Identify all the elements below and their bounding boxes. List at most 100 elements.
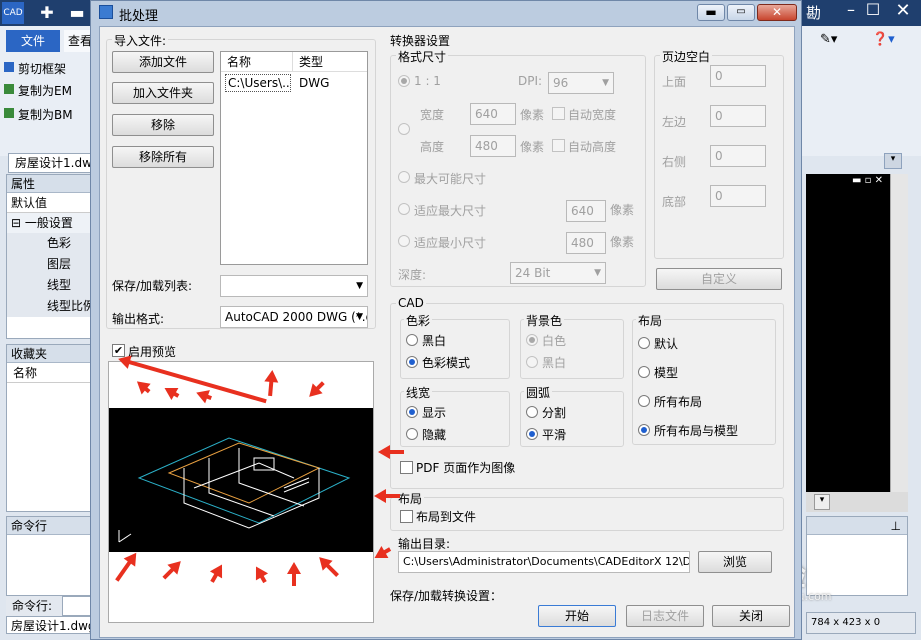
layout-to-file-checkbox[interactable] bbox=[400, 510, 413, 523]
properties-dropdown[interactable]: 默认值 bbox=[7, 193, 91, 213]
fit-min-input[interactable]: 480 bbox=[566, 232, 606, 254]
close-button[interactable]: 关闭 bbox=[712, 605, 790, 627]
fit-min-pixel-unit: 像素 bbox=[610, 235, 635, 249]
margin-top-input[interactable]: 0 bbox=[710, 65, 766, 87]
lw-show-radio[interactable] bbox=[406, 406, 418, 418]
properties-panel: 属性 默认值 ⊟ 一般设置 色彩 图层 线型 线型比例 bbox=[6, 174, 95, 339]
remove-button[interactable]: 移除 bbox=[112, 114, 214, 136]
canvas-vscrollbar[interactable] bbox=[890, 174, 908, 492]
canvas-window-controls[interactable]: ▬ ▫ ✕ bbox=[852, 175, 883, 186]
dropdown-arrow-icon: ▼ bbox=[602, 78, 609, 88]
new-icon[interactable]: ✚ bbox=[36, 2, 58, 24]
output-format-label: 输出格式: bbox=[112, 312, 165, 326]
custom-size-radio[interactable] bbox=[398, 123, 410, 135]
arc-label: 圆弧 bbox=[524, 384, 553, 401]
dialog-close-button[interactable]: ✕ bbox=[757, 4, 797, 21]
fit-min-radio[interactable] bbox=[398, 235, 410, 247]
fit-max-radio[interactable] bbox=[398, 203, 410, 215]
ribbon-item-copy-emf[interactable]: 复制为EM bbox=[18, 82, 72, 99]
margin-bottom-input[interactable]: 0 bbox=[710, 185, 766, 207]
add-folder-button[interactable]: 加入文件夹 bbox=[112, 82, 214, 104]
layout-model-radio[interactable] bbox=[638, 366, 650, 378]
remove-all-button[interactable]: 移除所有 bbox=[112, 146, 214, 168]
margin-right-input[interactable]: 0 bbox=[710, 145, 766, 167]
app-close-button[interactable]: ✕ bbox=[888, 0, 918, 22]
prop-linetype[interactable]: 线型 bbox=[7, 275, 91, 296]
color-mode-radio[interactable] bbox=[406, 356, 418, 368]
height-input[interactable]: 480 bbox=[470, 135, 516, 157]
color-bw-radio[interactable] bbox=[406, 334, 418, 346]
drawing-canvas[interactable] bbox=[806, 174, 890, 492]
list-header-name[interactable]: 名称 bbox=[221, 52, 293, 72]
app-maximize-button[interactable]: ☐ bbox=[860, 0, 886, 22]
width-label: 宽度 bbox=[420, 108, 445, 122]
auto-height-checkbox[interactable] bbox=[552, 139, 565, 152]
fit-max-pixel-unit: 像素 bbox=[610, 203, 635, 217]
layout-all-model-radio[interactable] bbox=[638, 424, 650, 436]
prop-color[interactable]: 色彩 bbox=[7, 233, 91, 254]
start-button[interactable]: 开始 bbox=[538, 605, 616, 627]
prop-linetype-scale[interactable]: 线型比例 bbox=[7, 296, 95, 317]
depth-value: 24 Bit bbox=[515, 266, 551, 280]
pin-icon[interactable]: ⊥ bbox=[807, 517, 907, 535]
dialog-minimize-button[interactable]: ▬ bbox=[697, 4, 725, 21]
max-possible-radio[interactable] bbox=[398, 171, 410, 183]
ribbon-item-cut-frame[interactable]: 剪切框架 bbox=[18, 60, 66, 77]
size-readout: 784 x 423 x 0 bbox=[806, 612, 916, 634]
fit-max-input[interactable]: 640 bbox=[566, 200, 606, 222]
ribbon-item-copy-bmp[interactable]: 复制为BM bbox=[18, 106, 73, 123]
dpi-select[interactable]: 96 ▼ bbox=[548, 72, 614, 94]
bg-black-radio[interactable] bbox=[526, 356, 538, 368]
tab-view[interactable]: 查看 bbox=[64, 30, 92, 52]
add-file-button[interactable]: 添加文件 bbox=[112, 51, 214, 73]
arc-smooth-radio[interactable] bbox=[526, 428, 538, 440]
margin-left-input[interactable]: 0 bbox=[710, 105, 766, 127]
list-row-name[interactable]: C:\Users\... bbox=[225, 74, 291, 92]
output-format-value: AutoCAD 2000 DWG (*.d bbox=[225, 310, 368, 324]
auto-width-checkbox[interactable] bbox=[552, 107, 565, 120]
lw-show-label: 显示 bbox=[422, 406, 447, 420]
prop-layer[interactable]: 图层 bbox=[7, 254, 91, 275]
properties-section[interactable]: ⊟ 一般设置 bbox=[7, 213, 91, 233]
margin-bottom-label: 底部 bbox=[662, 195, 687, 209]
layout-default-radio[interactable] bbox=[638, 337, 650, 349]
list-row-type[interactable]: DWG bbox=[299, 75, 329, 91]
dialog-maximize-button[interactable]: ▭ bbox=[727, 4, 755, 21]
arc-split-radio[interactable] bbox=[526, 406, 538, 418]
width-input[interactable]: 640 bbox=[470, 103, 516, 125]
save-load-list-select[interactable]: ▼ bbox=[220, 275, 368, 297]
depth-select[interactable]: 24 Bit ▼ bbox=[510, 262, 606, 284]
ratio-1-1-radio[interactable] bbox=[398, 75, 410, 87]
layout2-label: 布局 bbox=[396, 490, 425, 507]
custom-button[interactable]: 自定义 bbox=[656, 268, 782, 290]
help-icon[interactable]: ❓▾ bbox=[872, 32, 902, 50]
layout-all-radio[interactable] bbox=[638, 395, 650, 407]
file-list[interactable]: 名称 类型 C:\Users\... DWG bbox=[220, 51, 368, 265]
pdf-image-checkbox[interactable] bbox=[400, 461, 413, 474]
color-mode-label: 色彩模式 bbox=[422, 356, 471, 370]
height-label: 高度 bbox=[420, 140, 445, 154]
ribbon-collapse-icon[interactable]: ▾ bbox=[884, 153, 902, 169]
tab-file[interactable]: 文件 bbox=[6, 30, 60, 52]
list-header-type[interactable]: 类型 bbox=[293, 52, 367, 72]
batch-dialog: 批处理 ▬ ▭ ✕ 导入文件: 添加文件 加入文件夹 移除 移除所有 名称 类型… bbox=[90, 0, 802, 640]
output-dir-input[interactable]: C:\Users\Administrator\Documents\CADEdit… bbox=[398, 551, 690, 573]
lw-hide-radio[interactable] bbox=[406, 428, 418, 440]
favorites-name-column: 名称 bbox=[7, 363, 91, 383]
bg-white-radio[interactable] bbox=[526, 334, 538, 346]
scroll-down-icon[interactable]: ▾ bbox=[814, 494, 830, 510]
log-file-button[interactable]: 日志文件 bbox=[626, 605, 704, 627]
enable-preview-label: 启用预览 bbox=[128, 345, 177, 359]
doc-tab[interactable]: 房屋设计1.dwg bbox=[8, 153, 92, 173]
depth-label: 深度: bbox=[398, 268, 427, 282]
save-load-list-label: 保存/加载列表: bbox=[112, 279, 193, 293]
status-doc-tab[interactable]: 房屋设计1.dwg bbox=[6, 616, 92, 634]
output-format-select[interactable]: AutoCAD 2000 DWG (*.d ▼ bbox=[220, 306, 368, 328]
edit-icon[interactable]: ✎▾ bbox=[820, 32, 846, 50]
cad-label: CAD bbox=[396, 296, 426, 310]
emf-icon bbox=[4, 84, 14, 94]
browse-button[interactable]: 浏览 bbox=[698, 551, 772, 573]
bg-black-label: 黑白 bbox=[542, 356, 567, 370]
open-folder-icon[interactable]: ▬ bbox=[66, 2, 88, 24]
command-line-input[interactable] bbox=[62, 596, 92, 616]
